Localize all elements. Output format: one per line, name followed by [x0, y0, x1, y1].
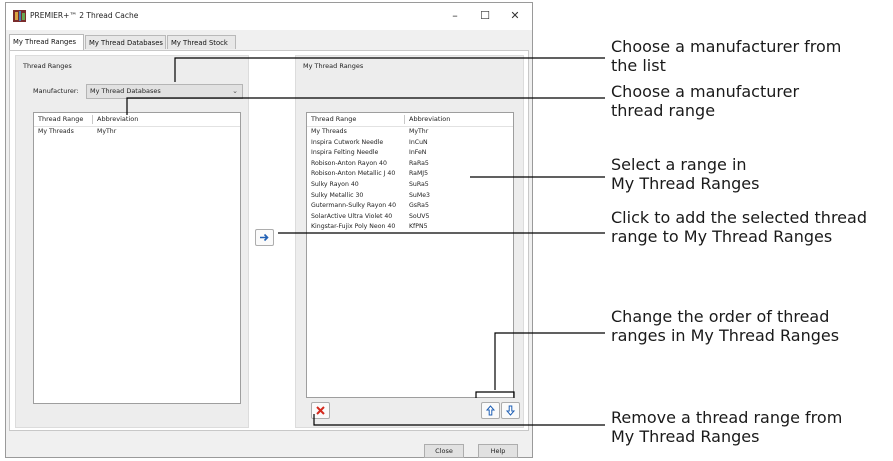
- callout-line: thread range: [611, 101, 716, 120]
- tab-my-thread-ranges[interactable]: My Thread Ranges: [9, 34, 84, 50]
- leader-order: [494, 332, 605, 390]
- callout-line: the list: [611, 56, 666, 75]
- callout-order: Change the order of thread ranges in My …: [611, 307, 839, 345]
- callout-line: Select a range in: [611, 155, 747, 174]
- callout-line: Choose a manufacturer: [611, 82, 800, 101]
- callout-add: Click to add the selected thread range t…: [611, 208, 867, 246]
- callout-line: My Thread Ranges: [611, 174, 760, 193]
- callout-line: ranges in My Thread Ranges: [611, 326, 840, 345]
- callout-select-range: Select a range in My Thread Ranges: [611, 155, 759, 193]
- callout-line: Change the order of thread: [611, 307, 830, 326]
- leader-thread-range: [126, 97, 605, 115]
- leader-manufacturer: [174, 57, 605, 82]
- callout-line: Click to add the selected thread: [611, 208, 867, 227]
- callout-line: Remove a thread range from: [611, 408, 843, 427]
- callout-thread-range: Choose a manufacturer thread range: [611, 82, 799, 120]
- callout-remove: Remove a thread range from My Thread Ran…: [611, 408, 842, 446]
- leader-order-bracket: [475, 391, 515, 398]
- callout-line: My Thread Ranges: [611, 427, 760, 446]
- callout-line: Choose a manufacturer from: [611, 37, 842, 56]
- callout-manufacturer: Choose a manufacturer from the list: [611, 37, 841, 75]
- callout-line: range to My Thread Ranges: [611, 227, 833, 246]
- leader-remove: [313, 414, 605, 426]
